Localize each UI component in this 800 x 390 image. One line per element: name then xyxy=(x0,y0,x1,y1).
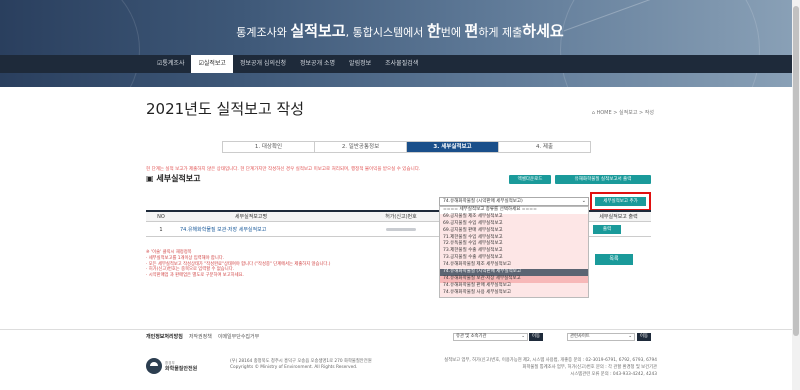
nav-item[interactable]: 알림정보 xyxy=(342,55,378,73)
logo-agency-text: 화학물질안전원 xyxy=(165,366,198,372)
dropdown-option[interactable]: 74.유해화학물질 사용 세부실적보고 xyxy=(440,289,588,297)
page-scrollbar[interactable] xyxy=(792,0,800,390)
privacy-policy-link[interactable]: 개인정보처리방침 xyxy=(146,333,183,340)
dropdown-option[interactable]: 74.유해화학물질 보관·저장 세부실적보고 xyxy=(440,275,588,283)
scrollbar-thumb[interactable] xyxy=(793,6,799,336)
related-site-select[interactable]: 관련사이트 ⌄ xyxy=(567,333,635,341)
col-no: NO xyxy=(157,214,165,220)
nav-item[interactable]: 정보공개 소명 xyxy=(293,55,342,73)
step-2[interactable]: 2. 일반공통정보 xyxy=(315,142,407,152)
dropdown-option[interactable]: 69.공지물질 제조 세부실적보고 xyxy=(440,213,588,221)
step-3[interactable]: 3. 세부실적보고 xyxy=(407,142,499,152)
section-title: ▣ 세부실적보고 xyxy=(146,174,201,183)
nav-item[interactable]: ☑실적보고 xyxy=(191,55,233,73)
note-item: · 시약판매업 과 판매업은 별도로 구분하여 보고하세요. xyxy=(146,273,244,279)
print-report-button[interactable]: 유해화학물질 실적보고서 출력 xyxy=(555,175,651,184)
copyright-policy-link[interactable]: 저작권정책 xyxy=(189,333,212,340)
report-type-select-value: 74.유해화학물질 (시약판매 세부실적보고) xyxy=(443,199,523,204)
hero-decoration xyxy=(560,0,760,87)
ministry-logo-icon xyxy=(146,358,162,374)
related-site-select-value: 관련사이트 xyxy=(570,334,590,339)
redacted-value xyxy=(386,228,416,231)
step-indicator: 1. 대상확인 2. 일반공통정보 3. 세부실적보고 4. 제출 xyxy=(222,141,591,153)
chevron-down-icon: ⌄ xyxy=(521,334,525,339)
footer-divider xyxy=(0,329,800,330)
list-button[interactable]: 목록 xyxy=(595,254,633,265)
contact-line: 화학물질 통계조사 업무, 허가(신고)번호 문의 : 각 관할 환경청 및 보… xyxy=(522,365,657,370)
col-name: 세부실적보고명 xyxy=(234,214,268,220)
hero-banner: 통계조사와 실적보고, 통합시스템에서 한번에 편하게 제출하세요 xyxy=(0,0,800,87)
nav-item[interactable]: 정보공개 심의신청 xyxy=(233,55,293,73)
agency-select[interactable]: 유관 및 소속기관 ⌄ xyxy=(453,333,528,341)
breadcrumb[interactable]: ⌂ HOME > 실적보고 > 작성 xyxy=(592,109,654,116)
email-policy-link[interactable]: 이메일무단수집거부 xyxy=(218,333,259,340)
dropdown-option[interactable]: 74.유해화학물질 판매 세부실적보고 xyxy=(440,282,588,290)
footer-address: (우) 28164 충청북도 청주시 흥덕구 오송읍 오송생명1로 270 화학… xyxy=(230,359,372,371)
nav-item[interactable]: 조사물질검색 xyxy=(378,55,425,73)
logo-text: 환경부 화학물질안전원 xyxy=(165,360,197,372)
agency-select-value: 유관 및 소속기관 xyxy=(456,334,487,339)
nav-item[interactable]: ☑통계조사 xyxy=(150,55,191,73)
copyright-text: Copyrights © Ministry of Environment. Al… xyxy=(230,365,358,370)
chevron-down-icon: ⌄ xyxy=(628,334,632,339)
dropdown-option[interactable]: 74.유해화학물질 (시약판매 세부실적보고 xyxy=(440,269,588,276)
notes-list: ※ '이술' 클릭시 재정정목 · 세부실적보고를 1개이상 입력해야 합니다.… xyxy=(146,250,330,279)
excel-download-button[interactable]: 엑셀다운로드 xyxy=(509,175,551,184)
row-print-button[interactable]: 출력 xyxy=(593,225,621,234)
row-no: 1 xyxy=(159,227,163,233)
hero-slogan: 통계조사와 실적보고, 통합시스템에서 한번에 편하게 제출하세요 xyxy=(236,22,564,40)
dropdown-option[interactable]: 69.공지물질 수입 세부실적보고 xyxy=(440,220,588,228)
col-print: 세부실적보고 출력 xyxy=(599,214,638,220)
dropdown-option[interactable]: 69.공지물질 판매 세부실적보고 xyxy=(440,227,588,235)
footer-contact: 실적보고 업무, 허가(신고)번호, 이용가능현 제2, 시스템 사용법, 개좋… xyxy=(444,357,657,378)
row-name-link[interactable]: 74.유해화학물질 보관·저장 세부실적보고 xyxy=(176,223,326,236)
report-type-dropdown[interactable]: ==== 세부실적보고 종류를 선택하세요 ==== 69.공지물질 제조 세부실… xyxy=(439,206,589,298)
chevron-down-icon: ⌄ xyxy=(581,198,586,204)
page-title: 2021년도 실적보고 작성 xyxy=(146,100,305,118)
dropdown-option[interactable]: ==== 세부실적보고 종류를 선택하세요 ==== xyxy=(440,207,588,214)
dropdown-option[interactable]: 74.유해화학물질 제조 세부실적보고 xyxy=(440,262,588,270)
step-4[interactable]: 4. 제출 xyxy=(499,142,590,152)
contact-line: 시스템관련 오류 문의 : 043-933-4242, 4243 xyxy=(570,372,657,377)
hero-decoration xyxy=(0,0,140,87)
report-type-select[interactable]: 74.유해화학물질 (시약판매 세부실적보고) ⌄ xyxy=(439,197,589,206)
add-report-highlight: 세부실적보고 추가 xyxy=(590,192,651,211)
warning-notice: 현 단계는 실적 보고가 제출하지 않은 상태입니다. 현 단계가지만 작성하신… xyxy=(146,167,421,172)
contact-line: 실적보고 업무, 허가(신고)번호, 이용가능현 제2, 시스템 사용법, 개좋… xyxy=(444,358,657,363)
step-1[interactable]: 1. 대상확인 xyxy=(223,142,315,152)
agency-go-button[interactable]: 이동 xyxy=(529,333,543,341)
add-report-button[interactable]: 세부실적보고 추가 xyxy=(595,197,646,206)
footer-links: 개인정보처리방침 저작권정책 이메일무단수집거부 xyxy=(146,333,259,340)
related-site-go-button[interactable]: 이동 xyxy=(637,333,651,341)
main-nav: ☑통계조사 ☑실적보고 정보공개 심의신청 정보공개 소명 알림정보 조사물질검색 xyxy=(0,55,800,73)
